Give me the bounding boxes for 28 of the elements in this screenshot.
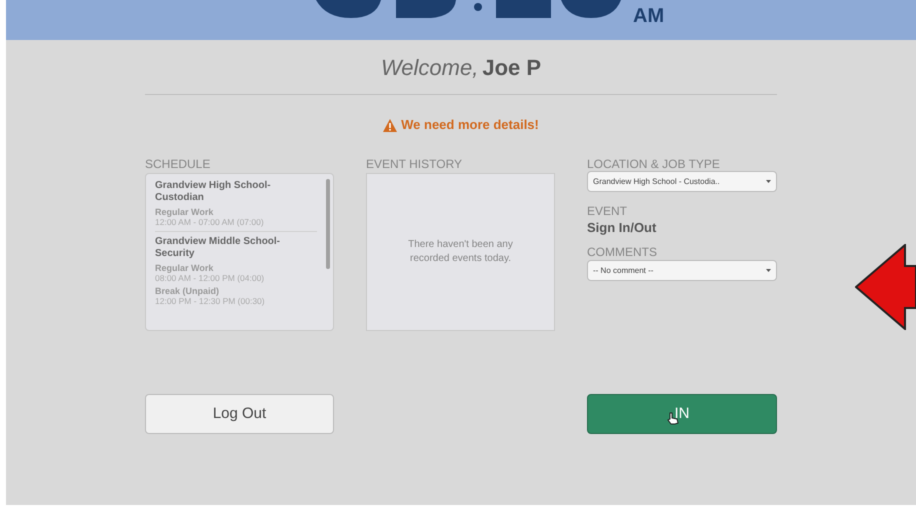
section-label: EVENT HISTORY — [366, 156, 464, 173]
schedule-title: Grandview High School-Custodian — [155, 180, 272, 204]
comments-dropdown[interactable]: -- No comment -- — [587, 260, 777, 281]
shift-time: 12:00 AM - 07:00 AM (07:00) — [155, 217, 265, 227]
shift-type: Regular Work — [155, 263, 214, 273]
sign-in-button[interactable]: IN — [587, 394, 777, 434]
log-out-button[interactable]: Log Out — [145, 394, 334, 434]
scrollbar-thumb[interactable] — [326, 179, 330, 269]
field-label: EVENT — [587, 203, 628, 218]
field-label: LOCATION & JOB TYPE — [587, 156, 721, 171]
caret-icon — [766, 269, 771, 272]
arrow-icon — [855, 244, 916, 330]
shift-type: Break (Unpaid) — [155, 286, 220, 296]
empty-message: There haven't been any recorded events today. — [407, 238, 514, 266]
user-name: Joe P — [482, 54, 542, 82]
field-label: COMMENTS — [587, 244, 658, 260]
shift-time: 12:00 PM - 12:30 PM (00:30) — [155, 296, 266, 306]
clock-period: AM — [633, 6, 664, 26]
location-dropdown[interactable]: Grandview High School - Custodia.. — [587, 171, 777, 192]
shift-time: 08:00 AM - 12:00 PM (04:00) — [155, 273, 266, 283]
schedule-title: Grandview Middle School-Security — [155, 236, 282, 260]
caret-icon — [766, 180, 771, 183]
warning-icon — [383, 118, 398, 132]
event-value: Sign In/Out — [587, 219, 658, 237]
welcome-text: Welcome, — [380, 54, 478, 82]
alert-message: We need more details! — [401, 116, 539, 134]
shift-type: Regular Work — [155, 207, 214, 217]
section-label: SCHEDULE — [145, 156, 212, 173]
